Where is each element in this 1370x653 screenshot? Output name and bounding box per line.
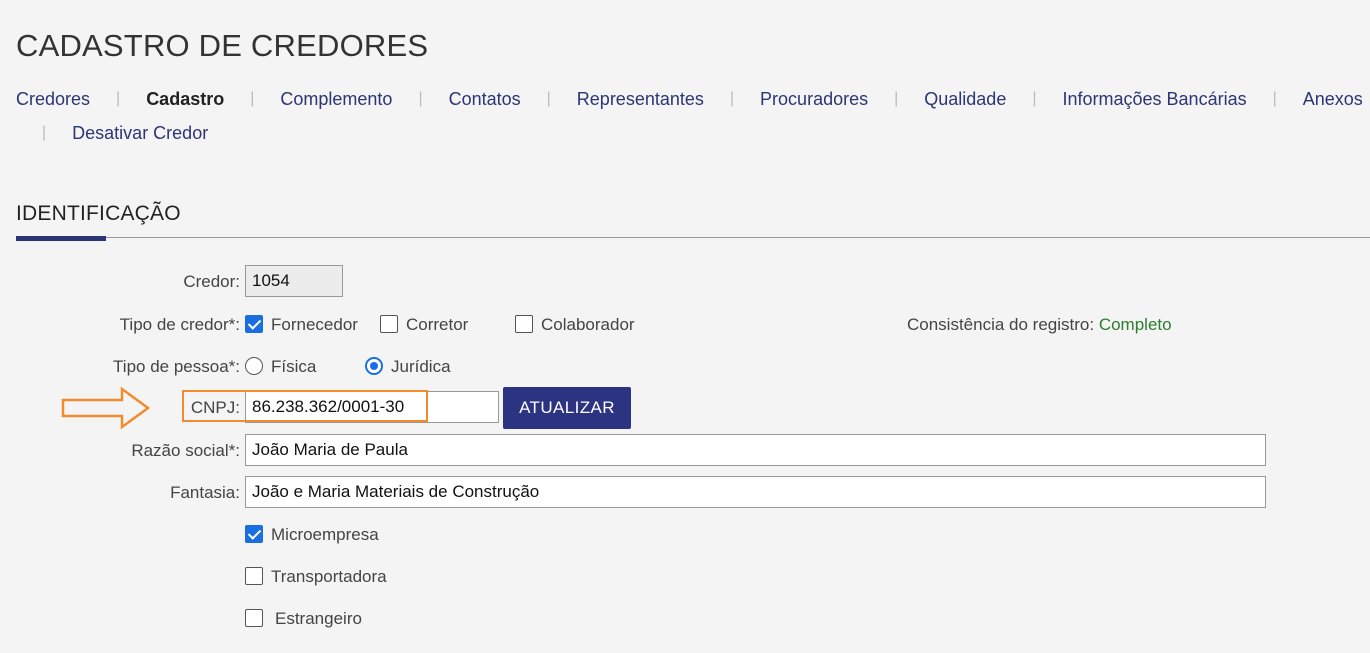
tab-bar: Credores | Cadastro | Complemento | Cont… (16, 88, 1366, 144)
microempresa-checkbox[interactable] (245, 525, 263, 543)
tab-procuradores[interactable]: Procuradores (760, 88, 868, 110)
tab-complemento[interactable]: Complemento (280, 88, 392, 110)
estrangeiro-checkbox[interactable] (245, 609, 263, 627)
tab-separator: | (894, 90, 899, 107)
corretor-label: Corretor (406, 315, 469, 334)
consistencia-label: Consistência do registro: (907, 315, 1095, 334)
juridica-label: Jurídica (391, 357, 451, 376)
tab-separator: | (1272, 90, 1277, 107)
section-title: IDENTIFICAÇÃO (16, 202, 181, 225)
tab-informacoes-bancarias[interactable]: Informações Bancárias (1063, 88, 1247, 110)
tab-separator: | (729, 90, 735, 107)
fantasia-label: Fantasia: (170, 483, 240, 502)
fornecedor-label: Fornecedor (271, 315, 358, 334)
tab-anexos[interactable]: Anexos (1303, 88, 1363, 110)
section-divider (16, 237, 1370, 238)
credor-label: Credor: (183, 272, 240, 291)
juridica-radio[interactable] (365, 357, 383, 375)
razao-social-field[interactable]: João Maria de Paula (245, 434, 1266, 466)
corretor-checkbox[interactable] (380, 315, 398, 333)
tab-separator: | (1032, 90, 1037, 107)
section-accent-bar (16, 236, 106, 241)
tipo-credor-label: Tipo de credor*: (119, 315, 240, 334)
tipo-pessoa-label: Tipo de pessoa*: (113, 357, 240, 376)
tab-cadastro[interactable]: Cadastro (146, 88, 224, 110)
transportadora-checkbox[interactable] (245, 567, 263, 585)
microempresa-label: Microempresa (271, 525, 379, 544)
razao-social-label: Razão social*: (131, 441, 240, 460)
consistencia-status: Consistência do registro: Completo (907, 315, 1172, 335)
transportadora-label: Transportadora (271, 567, 387, 586)
tab-separator: | (250, 90, 255, 107)
tab-separator: | (42, 124, 47, 141)
tab-representantes[interactable]: Representantes (577, 88, 704, 110)
estrangeiro-label: Estrangeiro (275, 609, 362, 628)
tab-separator: | (418, 90, 423, 107)
tab-desativar-credor[interactable]: Desativar Credor (72, 122, 208, 144)
fornecedor-checkbox[interactable] (245, 315, 263, 333)
cnpj-field[interactable]: 86.238.362/0001-30 (245, 391, 499, 423)
page-title: CADASTRO DE CREDORES (16, 28, 429, 63)
colaborador-label: Colaborador (541, 315, 635, 334)
consistencia-value: Completo (1098, 315, 1172, 334)
credor-field: 1054 (245, 265, 343, 297)
cnpj-label: CNPJ: (190, 398, 240, 417)
tab-credores[interactable]: Credores (16, 88, 90, 110)
tab-separator: | (546, 90, 551, 107)
fisica-label: Física (271, 357, 317, 376)
tab-contatos[interactable]: Contatos (449, 88, 521, 110)
fantasia-field[interactable]: João e Maria Materiais de Construção (245, 476, 1266, 508)
tab-qualidade[interactable]: Qualidade (924, 88, 1006, 110)
atualizar-button[interactable]: ATUALIZAR (503, 387, 631, 429)
tab-separator: | (116, 90, 121, 107)
fisica-radio[interactable] (245, 357, 263, 375)
colaborador-checkbox[interactable] (515, 315, 533, 333)
